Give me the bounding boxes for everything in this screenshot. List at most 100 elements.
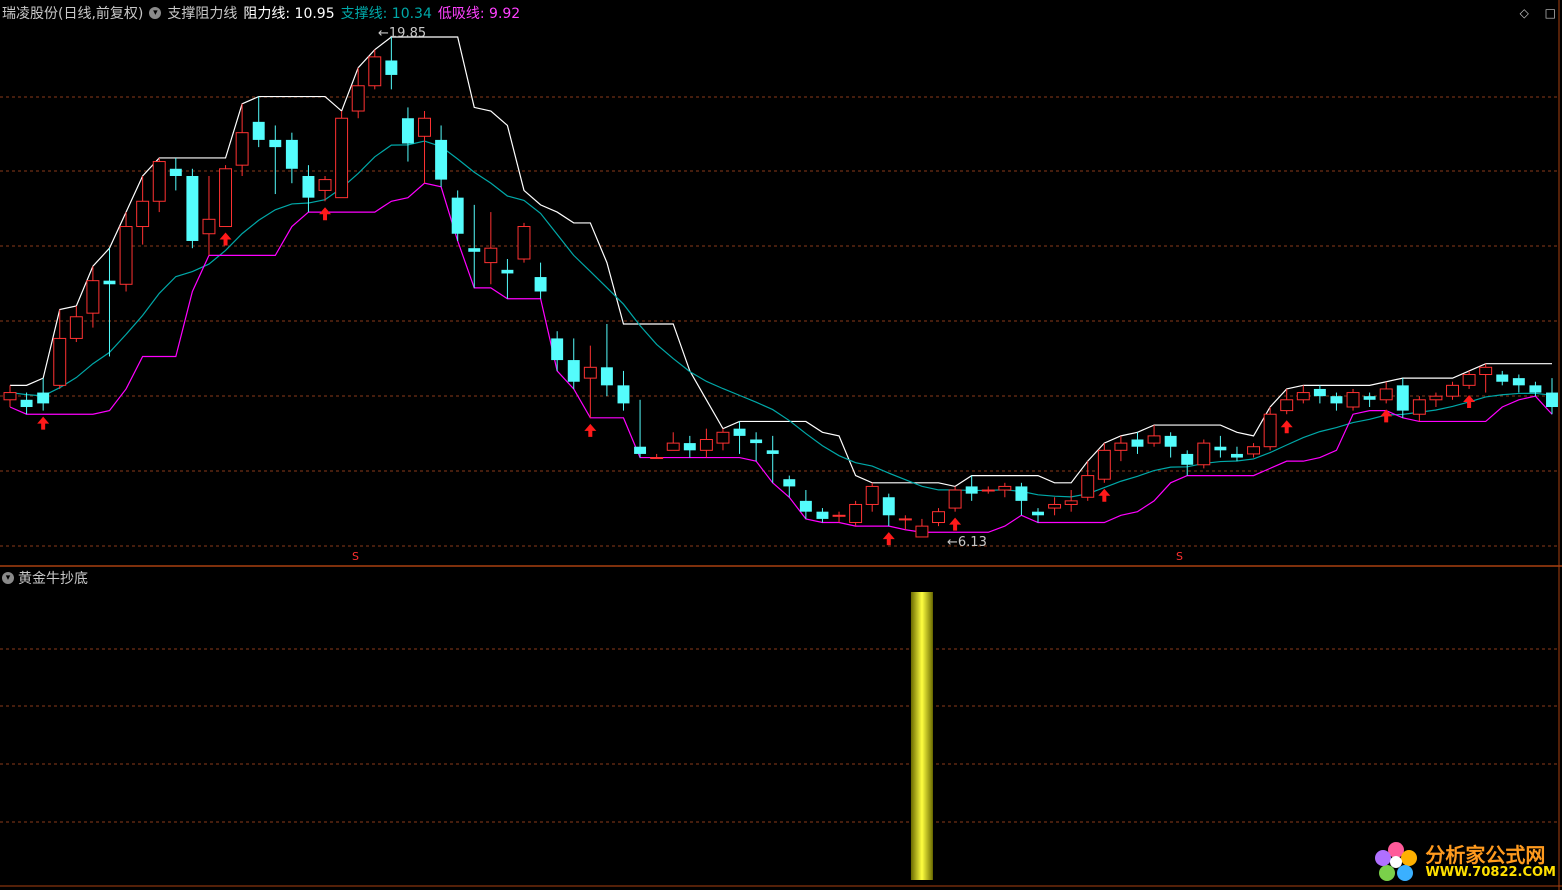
candle-down (285, 139, 298, 169)
low-label: 低吸线: 9.92 (437, 6, 521, 22)
candle-up (1081, 475, 1095, 498)
chart-header: 瑞凌股份(日线,前复权) ▾ 支撑阻力线 阻力线: 10.95 支撑线: 10.… (2, 3, 526, 23)
candle-up (235, 132, 249, 166)
candle-up (318, 179, 332, 191)
buy-arrow (584, 423, 597, 437)
candle-up (86, 280, 100, 314)
resist-label: 阻力线: 10.95 (243, 6, 335, 22)
candle-down (103, 280, 116, 285)
candle-down (169, 168, 182, 176)
candle-up (368, 56, 382, 87)
candle-up (1097, 449, 1111, 480)
top-right-controls: ◇ □ (1508, 6, 1556, 20)
candle-down (252, 121, 265, 140)
candle-down (816, 511, 829, 519)
low-annotation: ←6.13 (947, 535, 987, 550)
diamond-icon[interactable]: ◇ (1520, 6, 1529, 20)
candle-up (119, 226, 133, 285)
candle-up (351, 85, 365, 112)
candle-down (1181, 453, 1194, 465)
candle-down (750, 439, 763, 444)
candle-down (269, 139, 282, 148)
candle-up (915, 525, 929, 538)
candle-down (186, 175, 199, 241)
candle-up (948, 489, 962, 509)
candle-up (484, 247, 498, 264)
candle-up (1197, 442, 1211, 466)
candle-down (501, 269, 514, 274)
candle-down (783, 479, 796, 487)
candle-down (1330, 396, 1343, 404)
buy-arrow (1463, 394, 1476, 408)
candle-down (634, 446, 647, 454)
support-label: 支撑线: 10.34 (340, 6, 432, 22)
candle-down (1032, 511, 1044, 516)
buy-arrow (1098, 488, 1111, 502)
chevron-down-icon[interactable]: ▾ (2, 572, 14, 584)
candle-down (1363, 396, 1376, 400)
candle-up (998, 485, 1012, 491)
candle-up (3, 392, 17, 401)
s-marker: S (1176, 550, 1183, 563)
candle-up (898, 518, 912, 521)
candle-down (451, 197, 464, 234)
resist-line (10, 36, 1552, 488)
candle-up (335, 117, 349, 199)
candle-up (418, 117, 431, 137)
kline-chart[interactable] (0, 0, 1562, 890)
candle-up (650, 457, 664, 460)
candle-up (1462, 374, 1476, 386)
candle-down (37, 392, 50, 404)
support-line (9, 140, 1553, 498)
candle-up (1114, 442, 1128, 451)
candle-down (534, 277, 547, 292)
candle-down (766, 450, 779, 454)
candle-up (1048, 503, 1062, 509)
candle-down (20, 399, 33, 408)
s-marker: S (352, 550, 359, 563)
candle-up (1379, 388, 1393, 401)
candle-down (401, 118, 414, 144)
buy-arrows (37, 207, 1476, 546)
candle-up (53, 337, 67, 386)
candle-up (1280, 399, 1294, 412)
high-price-label: 19.85 (388, 26, 427, 41)
watermark: 分析家公式网 WWW.70822.COM (1371, 840, 1556, 884)
chevron-down-icon[interactable]: ▾ (149, 7, 162, 19)
candle-up (136, 200, 150, 228)
candle-up (1064, 500, 1078, 505)
sub-panel-title[interactable]: 黄金牛抄底 (18, 568, 88, 588)
candle-up (865, 485, 879, 505)
indicator-name[interactable]: 支撑阻力线 (167, 3, 237, 23)
candle-up (517, 226, 531, 260)
candle-down (385, 60, 398, 75)
low-price-label: 6.13 (957, 535, 987, 550)
candle-down (1313, 388, 1326, 397)
candle-down (1164, 435, 1177, 447)
buy-arrow (37, 416, 50, 430)
candle-down (468, 248, 481, 252)
candle-down (1230, 453, 1243, 458)
candle-down (567, 360, 580, 382)
candle-up (1147, 435, 1161, 444)
candle-down (1529, 385, 1542, 393)
high-annotation: ←19.85 (378, 26, 427, 41)
grid-lines (0, 96, 1558, 823)
candle-down (551, 338, 564, 361)
candlesticks (3, 37, 1558, 538)
candle-up (981, 489, 995, 492)
stock-title[interactable]: 瑞凌股份(日线,前复权) (2, 3, 143, 23)
candle-up (1479, 366, 1493, 376)
candle-up (1263, 413, 1277, 448)
candle-down (1131, 439, 1144, 447)
candle-up (1247, 446, 1261, 455)
candle-down (1546, 392, 1558, 408)
candle-up (1296, 392, 1310, 401)
candle-down (1396, 385, 1409, 411)
sub-panel-header: ▾ 黄金牛抄底 (2, 568, 88, 588)
candle-up (666, 442, 680, 451)
fullscreen-icon[interactable]: □ (1545, 6, 1556, 20)
candle-up (716, 431, 730, 444)
candle-down (733, 428, 746, 436)
golden-bull-bar (910, 592, 933, 880)
